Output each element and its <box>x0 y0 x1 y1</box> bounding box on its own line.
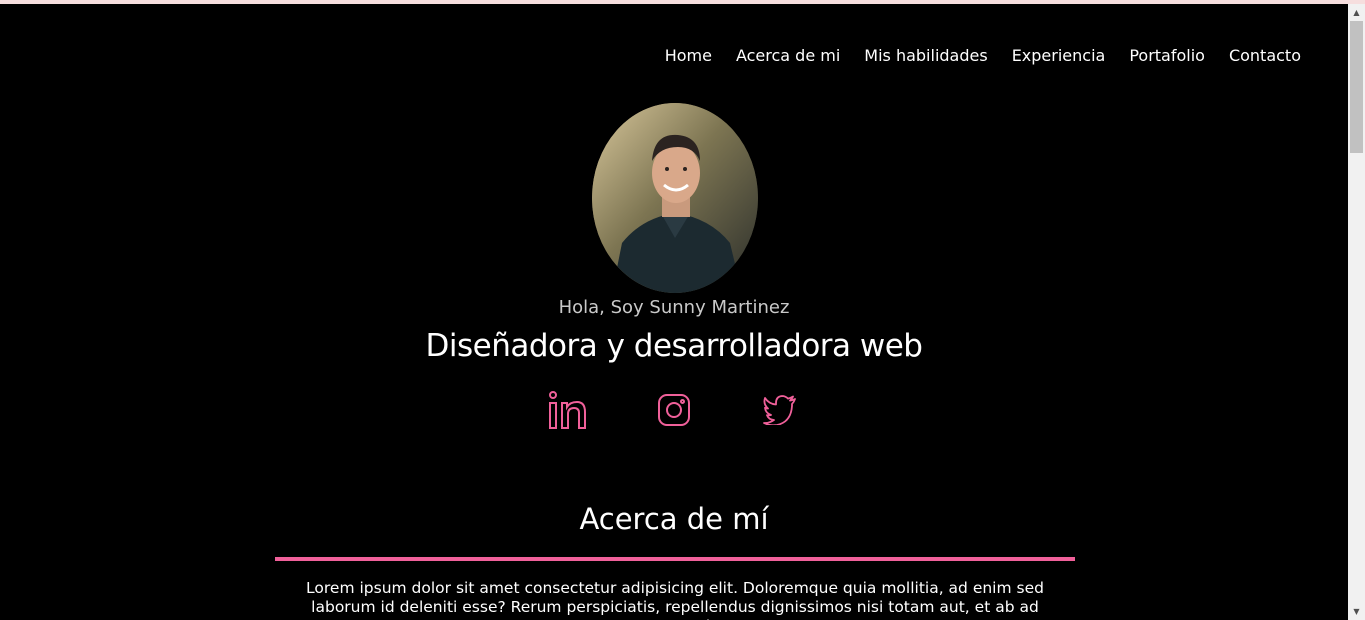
scroll-up-arrow-icon[interactable]: ▲ <box>1348 4 1365 21</box>
nav-portfolio[interactable]: Portafolio <box>1129 42 1205 70</box>
hero-greeting: Hola, Soy Sunny Martinez <box>558 297 790 318</box>
hero-role-title: Diseñadora y desarrolladora web <box>425 328 923 364</box>
instagram-icon <box>658 394 690 426</box>
linkedin-link[interactable] <box>547 388 589 432</box>
social-links <box>0 388 1348 432</box>
twitter-icon <box>763 395 796 425</box>
nav-contact[interactable]: Contacto <box>1229 42 1301 70</box>
main-nav: Home Acerca de mi Mis habilidades Experi… <box>641 42 1301 70</box>
about-divider <box>275 557 1075 561</box>
nav-experience[interactable]: Experiencia <box>1012 42 1106 70</box>
scroll-down-arrow-icon[interactable]: ▼ <box>1348 603 1365 620</box>
nav-skills[interactable]: Mis habilidades <box>864 42 987 70</box>
about-paragraph: Lorem ipsum dolor sit amet consectetur a… <box>306 579 1044 620</box>
vertical-scrollbar[interactable]: ▲ ▼ <box>1348 4 1365 620</box>
page-viewport: Home Acerca de mi Mis habilidades Experi… <box>0 4 1348 620</box>
instagram-link[interactable] <box>653 388 695 432</box>
linkedin-icon <box>549 391 586 429</box>
twitter-link[interactable] <box>759 388 801 432</box>
about-section-title: Acerca de mí <box>579 502 769 536</box>
nav-about[interactable]: Acerca de mi <box>736 42 840 70</box>
nav-home[interactable]: Home <box>665 42 712 70</box>
profile-photo <box>592 103 758 293</box>
scrollbar-thumb[interactable] <box>1350 21 1363 153</box>
